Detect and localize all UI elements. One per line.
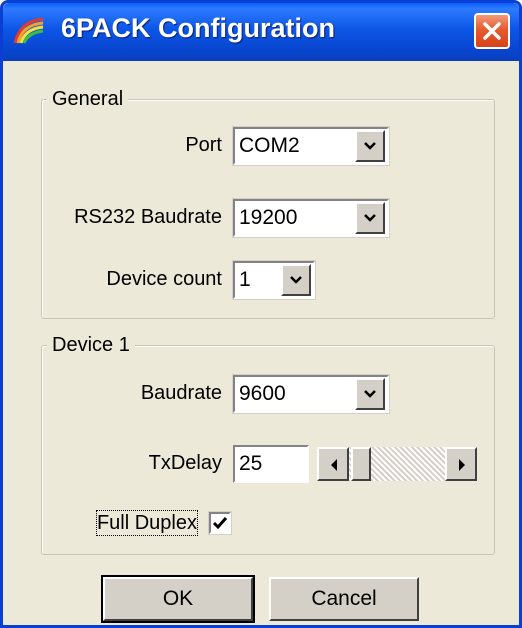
rs232-baudrate-value: 19200	[239, 206, 298, 229]
window-title: 6PACK Configuration	[61, 13, 335, 43]
device-count-value: 1	[239, 268, 251, 291]
txdelay-label: TxDelay	[148, 452, 222, 474]
scroll-right-button[interactable]	[445, 447, 477, 481]
close-button[interactable]	[474, 13, 510, 49]
txdelay-scroll-thumb[interactable]	[351, 447, 371, 481]
dialog-window: 6PACK Configuration General Port COM2 RS…	[0, 0, 522, 628]
ok-button[interactable]: OK	[101, 575, 255, 623]
rainbow-arc-icon	[12, 15, 46, 45]
title-bar[interactable]: 6PACK Configuration	[3, 3, 519, 61]
device-count-select[interactable]: 1	[232, 260, 316, 300]
full-duplex-label[interactable]: Full Duplex	[95, 510, 199, 536]
full-duplex-checkbox[interactable]	[208, 511, 232, 535]
general-group-title: General	[47, 87, 129, 111]
txdelay-scrollbar[interactable]	[317, 447, 477, 481]
device-group-title: Device 1	[47, 333, 135, 357]
port-dropdown-button[interactable]	[355, 130, 385, 162]
device-baudrate-label: Baudrate	[140, 382, 222, 404]
rs232-baudrate-label: RS232 Baudrate	[74, 206, 222, 228]
port-value: COM2	[239, 134, 300, 157]
txdelay-value: 25	[239, 452, 263, 475]
rs232-baudrate-select[interactable]: 19200	[232, 198, 390, 238]
scroll-left-button[interactable]	[317, 447, 349, 481]
device-baudrate-dropdown-button[interactable]	[355, 378, 385, 410]
port-select[interactable]: COM2	[232, 126, 390, 166]
device-count-dropdown-button[interactable]	[281, 264, 311, 296]
txdelay-input[interactable]: 25	[233, 445, 309, 483]
cancel-button[interactable]: Cancel	[269, 577, 419, 621]
device-count-label: Device count	[106, 268, 222, 290]
device-baudrate-select[interactable]: 9600	[232, 374, 390, 414]
device-baudrate-value: 9600	[239, 382, 286, 405]
port-label: Port	[185, 134, 222, 156]
rs232-baudrate-dropdown-button[interactable]	[355, 202, 385, 234]
